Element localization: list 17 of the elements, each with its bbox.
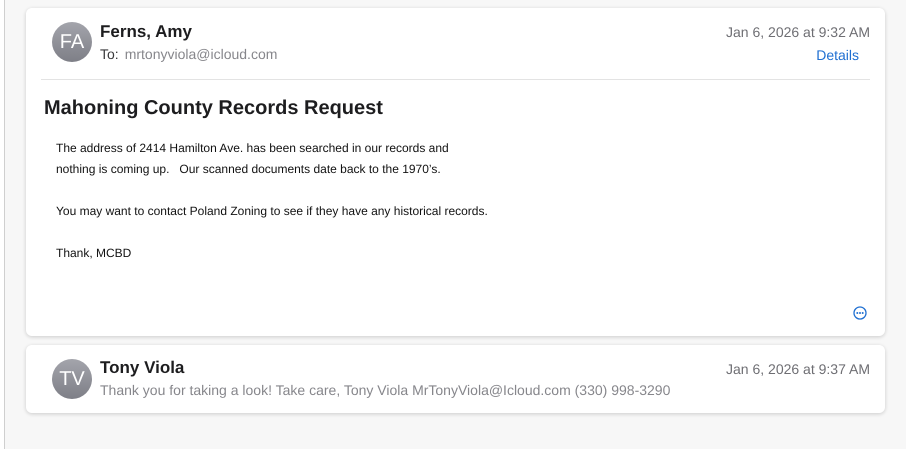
recipient-address: mrtonyviola@icloud.com [124, 45, 278, 64]
more-icon[interactable] [853, 306, 867, 320]
body-text: Thank, MCBD [56, 245, 132, 262]
body-text: You may want to contact Poland Zoning to see if they have any historical records. [56, 203, 489, 220]
message-preview: Thank you for taking a look! Take care, Tony Viola MrTonyViola@Icloud.com (330) 998-3290 [100, 381, 670, 400]
body-text: The address of 2414 Hamilton Ave. has been searched in our records and [56, 140, 450, 157]
body-text: nothing is coming up. Our scanned documents date back to the 1970’s. [56, 161, 442, 178]
details-link[interactable]: Details [816, 45, 859, 65]
subject: Mahoning County Records Request [44, 96, 384, 120]
sender-name: Ferns, Amy [100, 22, 193, 42]
avatar: TV [52, 359, 92, 399]
message-date: Jan 6, 2026 at 9:32 AM [726, 23, 870, 42]
to-label: To: [100, 45, 119, 64]
message-date: Jan 6, 2026 at 9:37 AM [726, 360, 870, 379]
message-card[interactable]: TV Tony Viola Thank you for taking a look! Take care, Tony Viola MrTonyViola@Icloud.com (330) 998-3290 Jan 6, 2026 at 9:37 AM [26, 345, 885, 413]
avatar: FA [52, 22, 92, 62]
sender-name: Tony Viola [100, 358, 186, 378]
